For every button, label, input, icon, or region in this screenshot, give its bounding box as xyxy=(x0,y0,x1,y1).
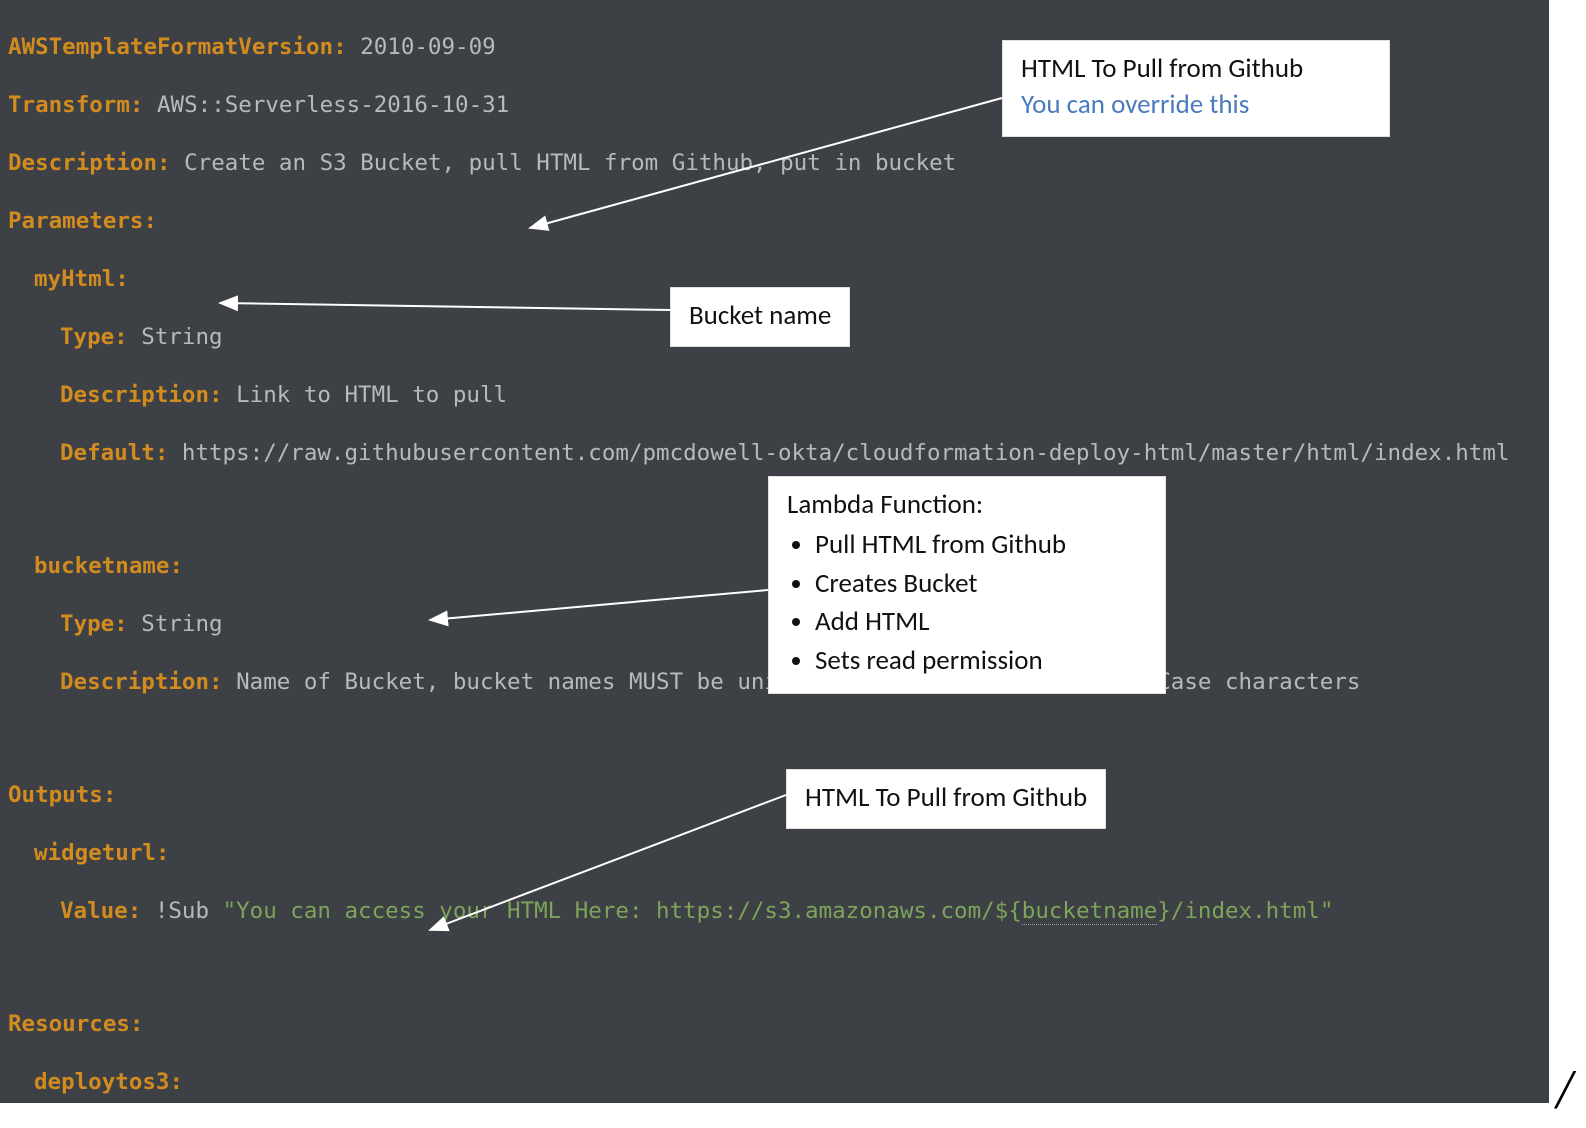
callout-title: Lambda Function: xyxy=(787,487,1147,523)
callout-html-pull-2: HTML To Pull from Github xyxy=(786,769,1106,829)
yaml-key: widgeturl: xyxy=(34,840,169,866)
yaml-value: String xyxy=(141,324,222,350)
yaml-key: Type: xyxy=(60,324,128,350)
yaml-string: bucketname xyxy=(1022,898,1157,925)
yaml-string: }/index.html" xyxy=(1157,898,1333,924)
stage: AWSTemplateFormatVersion: 2010-09-09 Tra… xyxy=(0,0,1586,1128)
yaml-value: 2010-09-09 xyxy=(360,34,495,60)
callout-list-item: Sets read permission xyxy=(815,643,1147,679)
yaml-tag: !Sub xyxy=(155,898,209,924)
yaml-key: Description: xyxy=(60,669,223,695)
yaml-value: Create an S3 Bucket, pull HTML from Gith… xyxy=(184,150,956,176)
callout-subtitle: You can override this xyxy=(1021,87,1371,123)
callout-text: Bucket name xyxy=(689,299,831,332)
yaml-key: myHtml: xyxy=(34,266,129,292)
yaml-key: Outputs: xyxy=(8,782,116,808)
yaml-key: bucketname: xyxy=(34,553,183,579)
yaml-key: deploytos3: xyxy=(34,1069,183,1095)
yaml-key: Default: xyxy=(60,440,168,466)
yaml-key: AWSTemplateFormatVersion: xyxy=(8,34,347,60)
callout-bucket-name: Bucket name xyxy=(670,287,850,347)
yaml-value: Link to HTML to pull xyxy=(236,382,507,408)
yaml-key: Description: xyxy=(60,382,223,408)
stray-slash: / xyxy=(1556,1058,1572,1122)
callout-list-item: Pull HTML from Github xyxy=(815,527,1147,563)
yaml-string: "You can access your HTML Here: https://… xyxy=(223,898,1022,924)
yaml-key: Description: xyxy=(8,150,171,176)
callout-html-pull: HTML To Pull from Github You can overrid… xyxy=(1002,40,1390,137)
callout-list-item: Creates Bucket xyxy=(815,566,1147,602)
callout-list: Pull HTML from Github Creates Bucket Add… xyxy=(787,527,1147,679)
yaml-key: Resources: xyxy=(8,1011,143,1037)
callout-text: HTML To Pull from Github xyxy=(805,781,1087,814)
yaml-value: AWS::Serverless-2016-10-31 xyxy=(157,92,509,118)
callout-list-item: Add HTML xyxy=(815,604,1147,640)
yaml-key: Parameters: xyxy=(8,208,157,234)
yaml-value: String xyxy=(141,611,222,637)
callout-title: HTML To Pull from Github xyxy=(1021,51,1371,87)
yaml-key: Value: xyxy=(60,898,141,924)
callout-lambda-function: Lambda Function: Pull HTML from Github C… xyxy=(768,476,1166,694)
yaml-key: Transform: xyxy=(8,92,143,118)
yaml-value: https://raw.githubusercontent.com/pmcdow… xyxy=(182,440,1510,466)
yaml-key: Type: xyxy=(60,611,128,637)
